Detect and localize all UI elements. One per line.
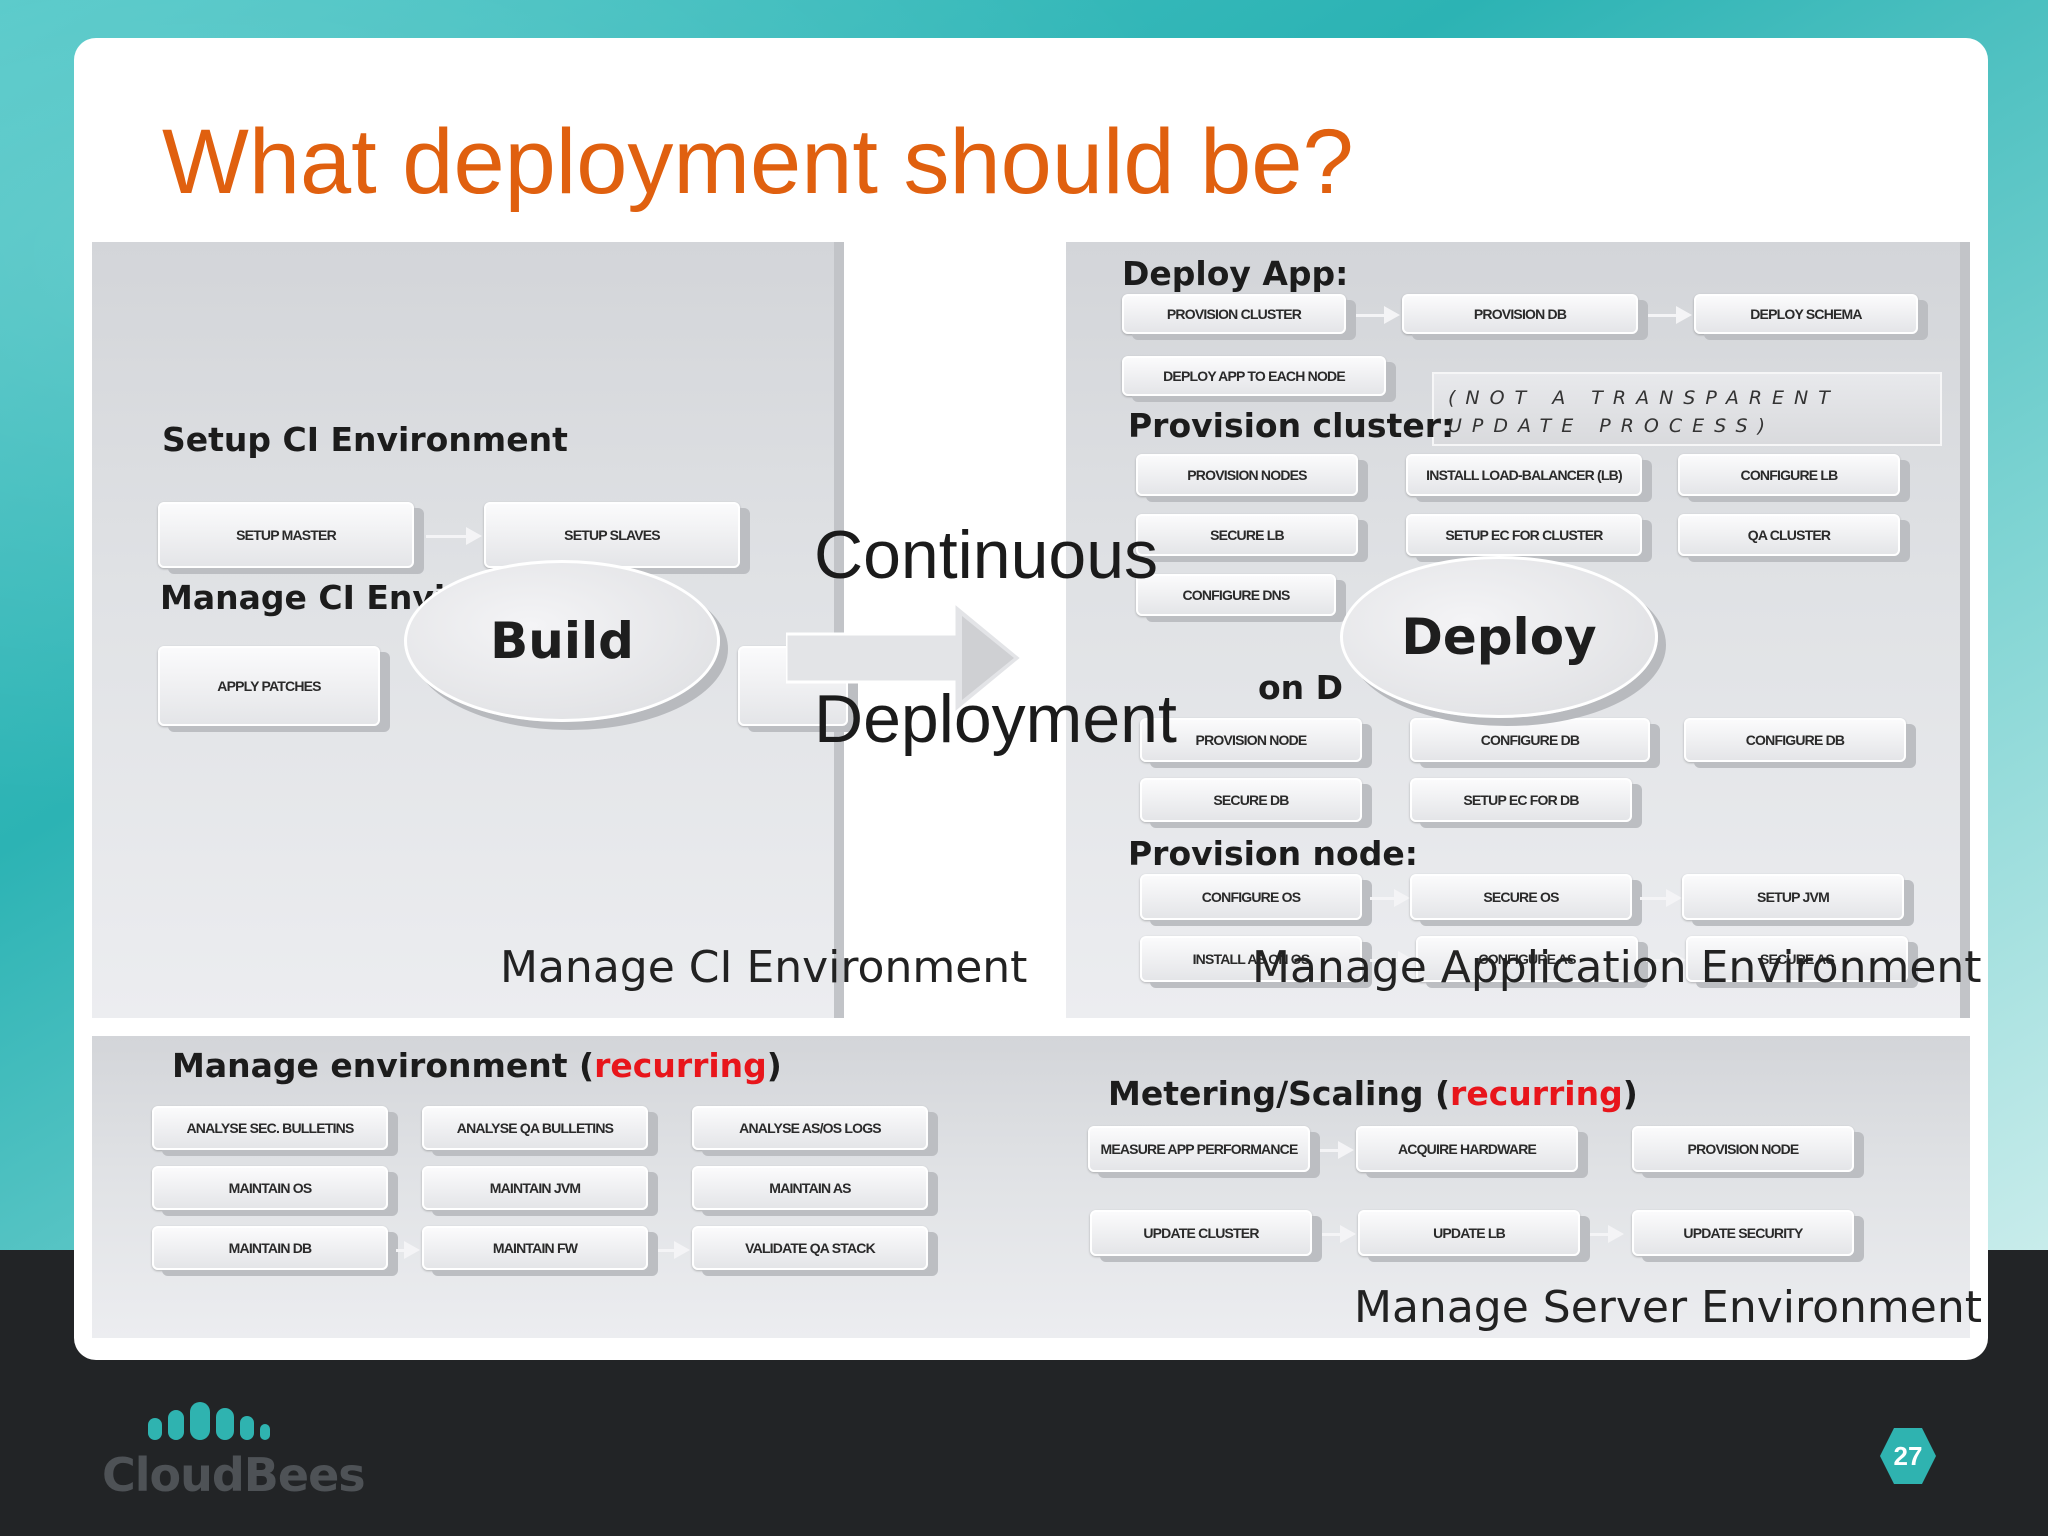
flow-arrow: [396, 1241, 420, 1259]
flow-arrow: [658, 1241, 690, 1259]
measure-performance-box: Measure App performance: [1088, 1126, 1310, 1172]
deploy-each-node-box: Deploy App to each node: [1122, 356, 1386, 396]
provision-nodes-box: Provision nodes: [1136, 454, 1358, 496]
configure-db-box-1: Configure DB: [1410, 718, 1650, 762]
analyse-sec-bulletins-box: Analyse sec. bulletins: [152, 1106, 388, 1150]
provision-db-heading: on D: [1258, 668, 1344, 707]
deploy-app-heading: Deploy App:: [1122, 254, 1349, 293]
configure-db-box-2: Configure DB: [1684, 718, 1906, 762]
maintain-as-box: Maintain AS: [692, 1166, 928, 1210]
analyse-qa-bulletins-box: Analyse QA bulletins: [422, 1106, 648, 1150]
recurring-label: recurring: [1450, 1074, 1623, 1113]
maintain-os-box: Maintain OS: [152, 1166, 388, 1210]
flow-arrow: [1356, 306, 1400, 324]
cloudbees-logo-icon: [148, 1402, 270, 1440]
continuous-label: Continuous: [814, 517, 1159, 593]
deployment-label: Deployment: [814, 681, 1177, 757]
provision-cluster-heading: Provision cluster:: [1128, 406, 1455, 445]
acquire-hardware-box: Acquire Hardware: [1356, 1126, 1578, 1172]
update-security-box: Update Security: [1632, 1210, 1854, 1256]
server-panel-label: Manage Server Environment: [1354, 1282, 1982, 1333]
secure-lb-box: Secure LB: [1136, 514, 1358, 556]
flow-arrow: [426, 527, 482, 545]
secure-db-box: Secure DB: [1140, 778, 1362, 822]
flow-arrow: [1322, 1225, 1356, 1243]
flow-arrow: [1640, 889, 1682, 907]
transparency-note: (NOT A TRANSPARENT UPDATE PROCESS): [1432, 372, 1942, 446]
setup-ci-heading: Setup CI Environment: [162, 420, 568, 459]
maintain-db-box: Maintain DB: [152, 1226, 388, 1270]
update-cluster-box: Update Cluster: [1090, 1210, 1312, 1256]
build-ellipse: Build: [404, 560, 720, 722]
manage-environment-heading: Manage environment (recurring): [172, 1046, 782, 1085]
install-lb-box: Install load-balancer (LB): [1406, 454, 1642, 496]
provision-node-heading: Provision node:: [1128, 834, 1418, 873]
qa-cluster-box: QA cluster: [1678, 514, 1900, 556]
flow-arrow: [1370, 889, 1410, 907]
provision-db-box: Provision DB: [1402, 294, 1638, 334]
maintain-jvm-box: Maintain JVM: [422, 1166, 648, 1210]
secure-os-box: Secure OS: [1410, 874, 1632, 920]
configure-dns-box: Configure DNS: [1136, 574, 1336, 616]
flow-arrow: [1320, 1141, 1354, 1159]
provision-cluster-box: Provision cluster: [1122, 294, 1346, 334]
server-panel: Manage environment (recurring) Analyse s…: [92, 1036, 1982, 1338]
deploy-schema-box: Deploy schema: [1694, 294, 1918, 334]
deploy-ellipse: Deploy: [1340, 556, 1658, 718]
slide-card: What deployment should be? Setup CI Envi…: [74, 38, 1988, 1360]
setup-slaves-box: Setup Slaves: [484, 502, 740, 568]
metering-scaling-heading: Metering/Scaling (recurring): [1108, 1074, 1638, 1113]
configure-lb-box: Configure LB: [1678, 454, 1900, 496]
app-panel-label: Manage Application Environment: [1252, 942, 1982, 993]
setup-jvm-box: Setup JVM: [1682, 874, 1904, 920]
setup-ec-db-box: Setup EC for DB: [1410, 778, 1632, 822]
recurring-label: recurring: [594, 1046, 767, 1085]
apply-patches-box: Apply Patches: [158, 646, 380, 726]
ci-panel-label: Manage CI Environment: [500, 942, 1028, 993]
configure-os-box: Configure OS: [1140, 874, 1362, 920]
setup-ec-cluster-box: Setup EC for cluster: [1406, 514, 1642, 556]
slide-title: What deployment should be?: [162, 111, 1354, 213]
maintain-fw-box: Maintain FW: [422, 1226, 648, 1270]
flow-arrow: [1590, 1225, 1624, 1243]
flow-arrow: [1648, 306, 1692, 324]
provision-node-box-2: Provision node: [1632, 1126, 1854, 1172]
analyse-logs-box: Analyse AS/OS logs: [692, 1106, 928, 1150]
validate-qa-stack-box: Validate QA stack: [692, 1226, 928, 1270]
setup-master-box: Setup Master: [158, 502, 414, 568]
update-lb-box: Update LB: [1358, 1210, 1580, 1256]
brand-name: CloudBees: [102, 1448, 366, 1502]
